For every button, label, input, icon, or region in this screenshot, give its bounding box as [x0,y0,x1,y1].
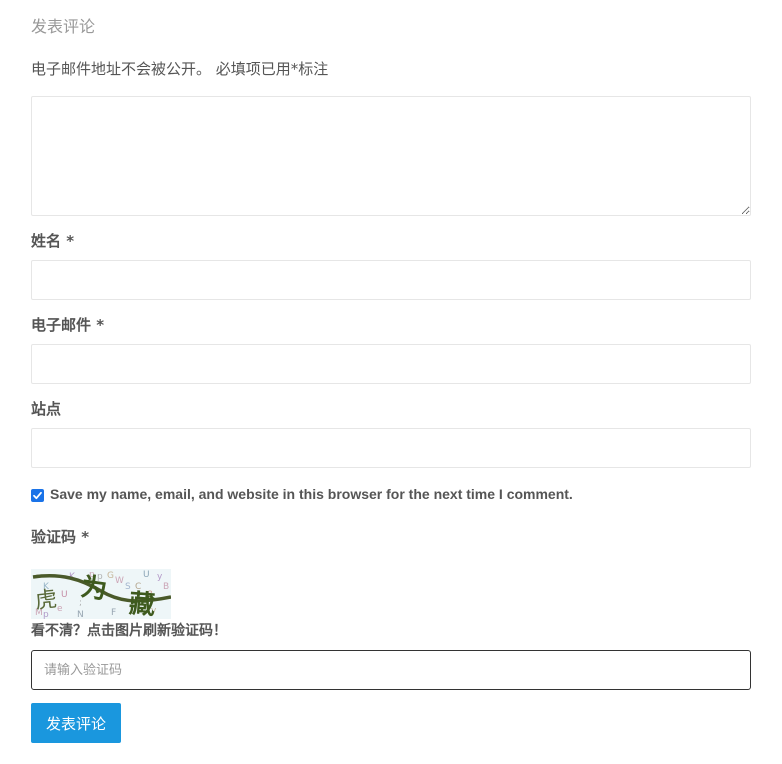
captcha-image[interactable]: ~ K K p p G W S C U y B U 8 M p e N ; F … [31,569,171,619]
url-field[interactable] [31,428,751,468]
checkmark-icon [33,491,42,499]
email-field[interactable] [31,344,751,384]
svg-text:y: y [157,572,163,582]
svg-text:W: W [115,576,124,586]
url-label: 站点 [31,400,62,418]
submit-comment-button[interactable]: 发表评论 [31,703,121,743]
captcha-char-2: 为 [79,572,109,605]
svg-text:U: U [143,570,150,580]
comment-notes: 电子邮件地址不会被公开。 必填项已用*标注 [31,60,329,78]
name-field[interactable] [31,260,751,300]
cookies-consent-label: Save my name, email, and website in this… [50,486,573,502]
svg-text:U: U [61,590,68,600]
form-heading: 发表评论 [31,17,96,36]
svg-text:B: B [163,582,169,592]
comment-textarea[interactable] [31,96,751,216]
svg-text:F: F [111,608,116,618]
email-label: 电子邮件 * [31,316,105,334]
name-label: 姓名 * [31,232,75,250]
captcha-refresh-hint: 看不清？点击图片刷新验证码！ [31,623,227,639]
captcha-label: 验证码 * [31,528,90,546]
cookies-consent-checkbox[interactable] [31,488,44,502]
cookies-consent: Save my name, email, and website in this… [31,484,573,504]
captcha-input[interactable] [31,650,751,690]
svg-text:N: N [77,610,84,619]
captcha-char-3: 藏 [128,589,156,619]
captcha-char-1: 虎 [34,587,59,614]
